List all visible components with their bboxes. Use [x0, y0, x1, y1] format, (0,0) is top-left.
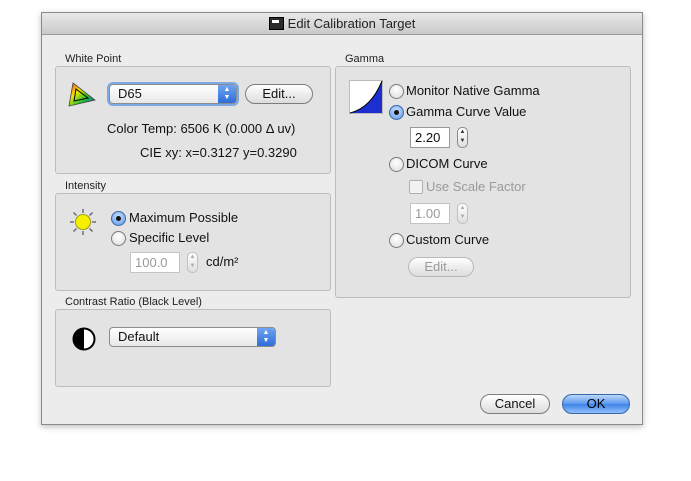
white-point-edit-button[interactable]: Edit...: [245, 84, 313, 104]
intensity-specific-radio[interactable]: [111, 231, 126, 246]
gamma-native-label[interactable]: Monitor Native Gamma: [406, 83, 540, 98]
white-point-group: D65 ▲ ▼ Edit... Color Temp: 6506 K (0.000…: [55, 66, 331, 174]
app-icon: [268, 17, 284, 30]
contrast-group: Default ▲ ▼: [55, 309, 331, 387]
cie-xy-text: CIE xy: x=0.3127 y=0.3290: [140, 145, 297, 160]
contrast-label: Contrast Ratio (Black Level): [65, 296, 202, 308]
intensity-unit: cd/m²: [206, 254, 239, 269]
gamma-custom-radio[interactable]: [389, 233, 404, 248]
scale-factor-field[interactable]: 1.00: [410, 203, 450, 224]
intensity-max-label[interactable]: Maximum Possible: [129, 210, 238, 225]
popup-arrows-icon: ▲ ▼: [218, 85, 236, 103]
white-point-popup[interactable]: D65 ▲ ▼: [109, 84, 237, 104]
intensity-group: Maximum Possible Specific Level 100.0 ▲ ▼…: [55, 193, 331, 291]
gamma-custom-label[interactable]: Custom Curve: [406, 232, 489, 247]
use-scale-factor-label[interactable]: Use Scale Factor: [426, 179, 526, 194]
gamma-curve-value-stepper[interactable]: ▲ ▼: [457, 127, 468, 148]
gamma-curve-value-radio[interactable]: [389, 105, 404, 120]
use-scale-factor-checkbox[interactable]: [409, 180, 423, 194]
calibration-dialog: Edit Calibration Target White Point D65 …: [41, 12, 643, 425]
custom-curve-edit-button[interactable]: Edit...: [408, 257, 474, 277]
intensity-level-field[interactable]: 100.0: [130, 252, 180, 273]
sun-icon: [70, 209, 96, 235]
title-bar[interactable]: Edit Calibration Target: [42, 13, 642, 35]
gamma-curve-icon: [349, 80, 383, 114]
white-point-value: D65: [118, 86, 142, 101]
cancel-button[interactable]: Cancel: [480, 394, 550, 414]
popup-arrows-icon: ▲ ▼: [257, 328, 275, 346]
intensity-max-radio[interactable]: [111, 211, 126, 226]
intensity-label: Intensity: [65, 180, 106, 192]
gamma-group: Monitor Native Gamma Gamma Curve Value 2…: [335, 66, 631, 298]
gamma-label: Gamma: [345, 53, 385, 65]
color-gamut-icon: [68, 82, 96, 107]
gamma-dicom-radio[interactable]: [389, 157, 404, 172]
gamma-curve-value-field[interactable]: 2.20: [410, 127, 450, 148]
gamma-native-radio[interactable]: [389, 84, 404, 99]
gamma-dicom-label[interactable]: DICOM Curve: [406, 156, 488, 171]
intensity-level-stepper[interactable]: ▲ ▼: [187, 252, 198, 273]
contrast-value: Default: [118, 329, 160, 344]
ok-button[interactable]: OK: [562, 394, 630, 414]
window-title: Edit Calibration Target: [287, 16, 416, 31]
intensity-specific-label[interactable]: Specific Level: [129, 230, 209, 245]
scale-factor-stepper[interactable]: ▲ ▼: [457, 203, 468, 224]
contrast-icon: [72, 327, 96, 351]
contrast-popup[interactable]: Default ▲ ▼: [109, 327, 276, 347]
white-point-label: White Point: [65, 53, 122, 65]
color-temp-text: Color Temp: 6506 K (0.000 Δ uv): [107, 121, 296, 136]
gamma-curve-value-label[interactable]: Gamma Curve Value: [406, 104, 526, 119]
